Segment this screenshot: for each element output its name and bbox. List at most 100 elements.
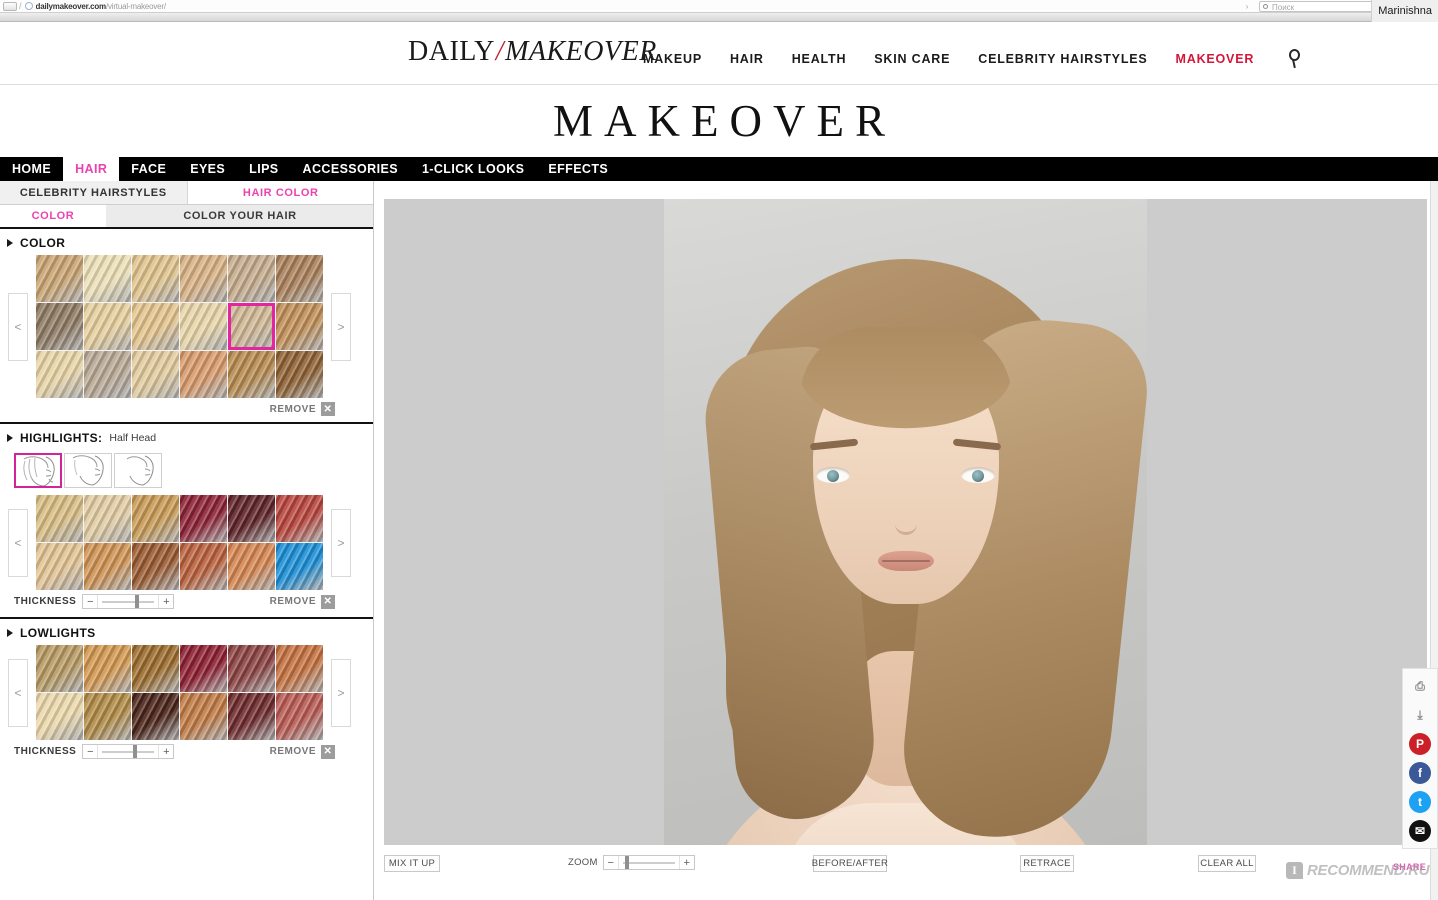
half-head-icon[interactable] — [14, 453, 62, 488]
twitter-icon[interactable]: t — [1409, 791, 1431, 813]
nav-item-health[interactable]: HEALTH — [792, 52, 847, 66]
lowlight-swatch-0[interactable] — [36, 645, 83, 692]
highlights-thickness-plus[interactable]: + — [159, 595, 173, 608]
nav-item-celebrity-hairstyles[interactable]: CELEBRITY HAIRSTYLES — [978, 52, 1147, 66]
lowlight-swatch-3[interactable] — [180, 645, 227, 692]
tool-tab-lips[interactable]: LIPS — [237, 157, 290, 181]
color-swatch-11[interactable] — [276, 303, 323, 350]
retrace-button[interactable]: RETRACE — [1020, 855, 1074, 872]
color-swatch-9[interactable] — [180, 303, 227, 350]
color-swatch-10[interactable] — [228, 303, 275, 350]
highlights-prev-arrow[interactable]: < — [8, 508, 28, 577]
lowlight-swatch-9[interactable] — [180, 693, 227, 740]
model-photo[interactable] — [664, 199, 1147, 845]
before-after-button[interactable]: BEFORE/AFTER — [812, 855, 888, 872]
user-name-badge[interactable]: Marinishna — [1371, 0, 1438, 22]
lowlight-swatch-7[interactable] — [84, 693, 131, 740]
highlight-swatch-11[interactable] — [276, 543, 323, 590]
pinterest-icon[interactable]: P — [1409, 733, 1431, 755]
lowlights-thickness-track[interactable] — [97, 745, 160, 758]
site-logo[interactable]: DAILY/MAKEOVER — [408, 36, 657, 68]
color-swatch-8[interactable] — [132, 303, 179, 350]
lowlights-next-arrow[interactable]: > — [331, 658, 351, 727]
nav-item-makeover[interactable]: MAKEOVER — [1176, 52, 1255, 66]
print-icon[interactable]: ⎙ — [1409, 675, 1431, 697]
color-next-arrow[interactable]: > — [331, 292, 351, 361]
color-swatch-3[interactable] — [180, 255, 227, 302]
clear-all-button[interactable]: CLEAR ALL — [1198, 855, 1256, 872]
highlight-swatch-6[interactable] — [36, 543, 83, 590]
lowlights-thickness-plus[interactable]: + — [159, 745, 173, 758]
color-swatch-13[interactable] — [84, 351, 131, 398]
color-swatch-1[interactable] — [84, 255, 131, 302]
zoom-plus-button[interactable]: + — [680, 856, 694, 869]
color-swatch-15[interactable] — [180, 351, 227, 398]
color-swatch-7[interactable] — [84, 303, 131, 350]
highlight-swatch-7[interactable] — [84, 543, 131, 590]
color-swatch-16[interactable] — [228, 351, 275, 398]
color-swatch-6[interactable] — [36, 303, 83, 350]
tool-tab-1-click-looks[interactable]: 1-CLICK LOOKS — [410, 157, 536, 181]
lowlight-swatch-10[interactable] — [228, 693, 275, 740]
lowlight-swatch-2[interactable] — [132, 645, 179, 692]
nav-item-skin-care[interactable]: SKIN CARE — [874, 52, 950, 66]
nav-item-makeup[interactable]: MAKEUP — [643, 52, 702, 66]
zoom-knob[interactable] — [624, 856, 629, 869]
highlights-thickness-track[interactable] — [97, 595, 160, 608]
makeover-canvas[interactable] — [384, 199, 1427, 845]
highlight-swatch-2[interactable] — [132, 495, 179, 542]
highlights-thickness-minus[interactable]: − — [83, 595, 97, 608]
mix-it-up-button[interactable]: MIX IT UP — [384, 855, 440, 872]
color-swatch-17[interactable] — [276, 351, 323, 398]
highlight-swatch-3[interactable] — [180, 495, 227, 542]
lowlights-remove-button[interactable]: ✕ — [321, 744, 335, 759]
tool-tab-effects[interactable]: EFFECTS — [536, 157, 620, 181]
tool-tab-hair[interactable]: HAIR — [63, 157, 120, 181]
highlight-swatch-10[interactable] — [228, 543, 275, 590]
highlights-remove-button[interactable]: ✕ — [321, 594, 335, 609]
color-section-header[interactable]: COLOR — [0, 229, 373, 255]
header-search-icon[interactable] — [1287, 47, 1307, 69]
zoom-minus-button[interactable]: − — [604, 856, 618, 869]
lowlights-thickness-knob[interactable] — [133, 745, 138, 758]
highlight-swatch-0[interactable] — [36, 495, 83, 542]
few-strands-icon[interactable] — [114, 453, 162, 488]
highlight-swatch-4[interactable] — [228, 495, 275, 542]
tool-tab-eyes[interactable]: EYES — [178, 157, 237, 181]
facebook-icon[interactable]: f — [1409, 762, 1431, 784]
browser-menu-button[interactable] — [3, 1, 17, 11]
highlight-swatch-5[interactable] — [276, 495, 323, 542]
email-icon[interactable]: ✉ — [1409, 820, 1431, 842]
tool-tab-face[interactable]: FACE — [119, 157, 178, 181]
lowlights-prev-arrow[interactable]: < — [8, 658, 28, 727]
tab-color-your-hair[interactable]: COLOR YOUR HAIR — [106, 205, 373, 227]
go-arrow-icon[interactable]: › — [1239, 1, 1255, 12]
color-swatch-14[interactable] — [132, 351, 179, 398]
zoom-track[interactable] — [617, 856, 680, 869]
highlights-next-arrow[interactable]: > — [331, 508, 351, 577]
color-prev-arrow[interactable]: < — [8, 292, 28, 361]
lowlight-swatch-1[interactable] — [84, 645, 131, 692]
url-text[interactable]: dailymakeover.com/virtual-makeover/ — [36, 1, 1239, 12]
partial-head-icon[interactable] — [64, 453, 112, 488]
tab-celebrity-hairstyles[interactable]: CELEBRITY HAIRSTYLES — [0, 181, 188, 204]
color-swatch-4[interactable] — [228, 255, 275, 302]
highlights-thickness-knob[interactable] — [135, 595, 140, 608]
color-swatch-0[interactable] — [36, 255, 83, 302]
highlight-swatch-8[interactable] — [132, 543, 179, 590]
color-remove-button[interactable]: ✕ — [321, 402, 335, 416]
nav-item-hair[interactable]: HAIR — [730, 52, 764, 66]
highlight-swatch-1[interactable] — [84, 495, 131, 542]
color-swatch-5[interactable] — [276, 255, 323, 302]
lowlights-section-header[interactable]: LOWLIGHTS — [0, 619, 373, 645]
tab-color[interactable]: COLOR — [0, 205, 106, 227]
color-swatch-12[interactable] — [36, 351, 83, 398]
lowlight-swatch-11[interactable] — [276, 693, 323, 740]
lowlight-swatch-5[interactable] — [276, 645, 323, 692]
lowlights-thickness-minus[interactable]: − — [83, 745, 97, 758]
highlight-swatch-9[interactable] — [180, 543, 227, 590]
lowlight-swatch-6[interactable] — [36, 693, 83, 740]
save-icon[interactable]: ⤓ — [1409, 704, 1431, 726]
lowlight-swatch-4[interactable] — [228, 645, 275, 692]
tool-tab-accessories[interactable]: ACCESSORIES — [291, 157, 410, 181]
